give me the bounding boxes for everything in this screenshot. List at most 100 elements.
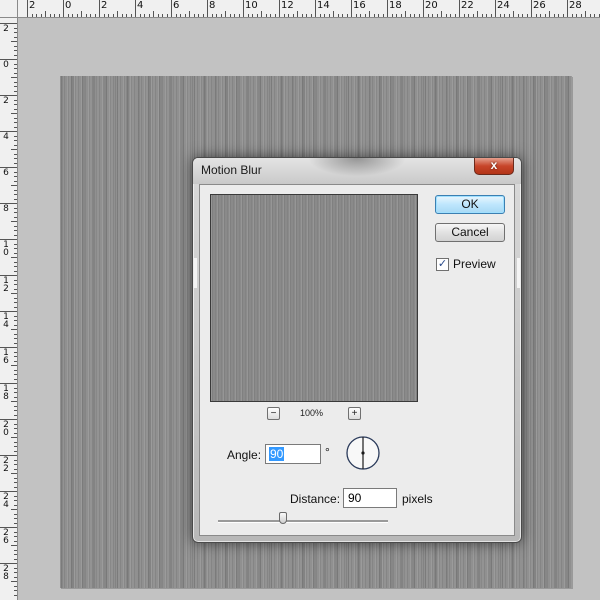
ruler-minor-tick	[14, 36, 17, 38]
ruler-minor-tick	[14, 450, 17, 452]
ruler-minor-tick	[14, 86, 17, 87]
ruler-minor-tick	[14, 230, 17, 231]
ruler-minor-tick	[14, 531, 17, 533]
ruler-minor-tick	[14, 306, 17, 308]
ruler-minor-tick	[103, 14, 105, 17]
ruler-minor-tick	[14, 117, 17, 119]
ruler-minor-tick	[535, 14, 537, 17]
ruler-minor-tick	[14, 554, 17, 555]
ruler-minor-tick	[14, 180, 17, 182]
ruler-minor-tick	[14, 410, 17, 411]
ruler-minor-tick	[14, 266, 17, 267]
ruler-minor-tick	[11, 509, 17, 510]
ruler-major-tick	[279, 0, 280, 17]
dialog-titlebar[interactable]: Motion Blur x	[193, 158, 521, 184]
ruler-major-tick	[531, 0, 532, 17]
ruler-origin[interactable]	[0, 0, 18, 18]
ruler-minor-tick	[85, 14, 87, 17]
ruler-minor-tick	[14, 288, 17, 290]
ruler-minor-tick	[472, 14, 474, 17]
ruler-minor-tick	[14, 360, 17, 362]
ruler-minor-tick	[14, 468, 17, 470]
ruler-minor-tick	[486, 14, 487, 17]
ruler-minor-tick	[14, 135, 17, 137]
ruler-label: 20	[425, 0, 438, 11]
plus-icon: +	[351, 408, 358, 419]
ruler-major-tick	[315, 0, 316, 17]
ruler-minor-tick	[14, 207, 17, 209]
ruler-minor-tick	[202, 14, 204, 17]
ruler-minor-tick	[14, 428, 17, 429]
ruler-minor-tick	[11, 545, 17, 546]
distance-value: 90	[348, 491, 362, 505]
angle-input[interactable]: 90	[265, 444, 321, 464]
ruler-minor-tick	[14, 459, 17, 461]
ruler-minor-tick	[58, 14, 60, 17]
ruler-minor-tick	[14, 212, 17, 213]
ruler-minor-tick	[288, 14, 289, 17]
ruler-minor-tick	[468, 14, 469, 17]
horizontal-ruler[interactable]: 2 0 2 4 6 8 10 12 14 16 18 20 22 24 26 28	[18, 0, 600, 18]
ruler-minor-tick	[14, 518, 17, 519]
ruler-minor-tick	[14, 32, 17, 33]
ruler-minor-tick	[396, 14, 397, 17]
zoom-in-button[interactable]: +	[348, 407, 361, 420]
ruler-label: 24	[3, 492, 9, 510]
preview-label[interactable]: Preview	[453, 257, 496, 271]
ruler-minor-tick	[382, 14, 384, 17]
ok-button[interactable]: OK	[435, 195, 505, 214]
ruler-minor-tick	[67, 14, 69, 17]
ruler-minor-tick	[14, 324, 17, 326]
ruler-minor-tick	[14, 104, 17, 105]
ruler-minor-tick	[14, 594, 17, 596]
ruler-minor-tick	[14, 45, 17, 47]
vertical-ruler[interactable]: 20246810121416182022242628	[0, 18, 18, 600]
zoom-out-button[interactable]: −	[267, 407, 280, 420]
preview-checkbox[interactable]: ✓	[436, 258, 449, 271]
cancel-button[interactable]: Cancel	[435, 223, 505, 242]
ruler-label: 6	[173, 0, 180, 11]
ruler-minor-tick	[14, 558, 17, 560]
ruler-minor-tick	[292, 14, 294, 17]
ruler-label: 12	[3, 276, 9, 294]
ruler-minor-tick	[11, 365, 17, 366]
ruler-minor-tick	[11, 293, 17, 294]
ruler-minor-tick	[337, 14, 339, 17]
close-button[interactable]: x	[474, 158, 514, 175]
ruler-minor-tick	[14, 441, 17, 443]
ruler-minor-tick	[490, 14, 492, 17]
distance-slider-track[interactable]	[218, 520, 388, 523]
motion-blur-dialog: Motion Blur x − 100% + OK Cancel ✓ Previ…	[192, 157, 522, 543]
distance-input[interactable]: 90	[343, 488, 397, 508]
ruler-minor-tick	[14, 432, 17, 434]
ruler-label: 24	[497, 0, 510, 11]
distance-label: Distance:	[290, 492, 341, 506]
ruler-minor-tick	[324, 14, 325, 17]
ruler-label: 8	[3, 204, 9, 214]
ruler-label: 16	[353, 0, 366, 11]
preview-image[interactable]	[210, 194, 418, 402]
distance-slider-thumb[interactable]	[278, 512, 287, 524]
ruler-minor-tick	[108, 14, 109, 17]
ruler-label: 4	[137, 0, 144, 11]
ruler-minor-tick	[11, 41, 17, 42]
ruler-minor-tick	[513, 11, 514, 17]
ruler-minor-tick	[526, 14, 528, 17]
ruler-minor-tick	[14, 279, 17, 281]
ruler-minor-tick	[11, 437, 17, 438]
ruler-minor-tick	[14, 126, 17, 128]
ruler-minor-tick	[256, 14, 258, 17]
ruler-minor-tick	[36, 14, 37, 17]
ruler-minor-tick	[274, 14, 276, 17]
ruler-minor-tick	[11, 473, 17, 474]
ruler-minor-tick	[14, 369, 17, 371]
ruler-major-tick	[351, 0, 352, 17]
ruler-minor-tick	[14, 482, 17, 483]
ruler-minor-tick	[126, 14, 127, 17]
ruler-minor-tick	[247, 14, 249, 17]
ruler-minor-tick	[229, 14, 231, 17]
ruler-major-tick	[459, 0, 460, 17]
angle-dial[interactable]	[345, 435, 381, 471]
ruler-minor-tick	[297, 11, 298, 17]
ruler-label: 14	[3, 312, 9, 330]
